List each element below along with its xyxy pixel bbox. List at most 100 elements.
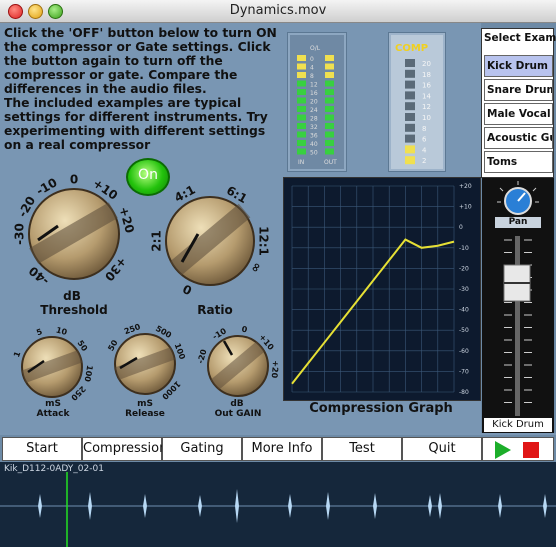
comp-meter-segment (405, 134, 415, 143)
stop-icon[interactable] (523, 442, 539, 458)
meter-out-segment (325, 89, 334, 95)
knob-tick-label: 0 (241, 325, 248, 335)
knob-tick-label: 1 (12, 350, 23, 359)
example-item[interactable]: Male Vocal (484, 103, 553, 125)
comp-meter-segment (405, 80, 415, 89)
intro-paragraph-1: Click the 'OFF' button below to turn ON … (4, 26, 277, 96)
meter-out-segment (325, 80, 334, 87)
comp-meter-segment (405, 102, 415, 111)
meter-in-segment (297, 63, 306, 70)
graph-y-tick: -50 (459, 327, 469, 334)
meter-out-segment (325, 123, 334, 129)
play-icon[interactable] (495, 441, 511, 459)
meter-out-segment (325, 97, 334, 104)
meter-in-segment (297, 123, 306, 129)
comp-meter: COMP 20 18 16 14 12 10 8 6 4 2 (388, 32, 446, 172)
meter-in-segment (297, 55, 306, 61)
meter-in-segment (297, 140, 306, 146)
waveform-view[interactable]: Kik_D112-0ADY_02-01 (0, 462, 556, 547)
tab-quit[interactable]: Quit (402, 437, 482, 461)
comp-meter-tick: 10 (422, 114, 431, 122)
channel-label: Kick Drum (492, 419, 544, 430)
meter-in-segment (297, 80, 306, 87)
meter-in-label: IN (298, 159, 304, 166)
compression-graph-plot: +20 +10 0 -10 -20 -30 -40 -50 -60 -70 -80 (291, 183, 472, 396)
ratio-label: Ratio (197, 303, 233, 317)
waveform-transient (38, 494, 42, 518)
transport-controls (482, 437, 554, 461)
attack-knob[interactable] (21, 336, 83, 398)
in-out-meter-graphic: O/L 0 48 1216 2024 2832 3640 50 IN OUT (290, 35, 344, 169)
comp-meter-segment (405, 69, 415, 78)
out-gain-knob[interactable] (207, 335, 269, 397)
example-selector-header: Select Example (484, 32, 556, 44)
meter-scale-tick: 16 (310, 90, 318, 97)
tab-compression[interactable]: Compression (82, 437, 167, 461)
graph-y-tick: -20 (459, 265, 469, 272)
meter-in-segment (297, 97, 306, 104)
threshold-label: Threshold (40, 303, 108, 317)
example-item[interactable]: Toms (484, 151, 553, 173)
graph-title: Compression Graph (309, 401, 453, 416)
waveform-transient (498, 494, 502, 518)
release-label: Release (125, 409, 165, 419)
comp-meter-tick: 8 (422, 125, 426, 133)
waveform-transient (143, 494, 147, 518)
meter-out-segment (325, 55, 334, 61)
transport-graphic (495, 441, 539, 459)
waveform-graphic (0, 472, 556, 547)
tab-gating[interactable]: Gating (162, 437, 242, 461)
pan-label: Pan (508, 217, 528, 227)
comp-meter-tick: 4 (422, 146, 427, 154)
intro-text: Click the 'OFF' button below to turn ON … (4, 26, 282, 152)
knob-tick-label: 12:1 (257, 226, 271, 256)
meter-in-segment (297, 114, 306, 121)
knob-tick-label: -20 (196, 348, 209, 365)
graph-y-tick: +20 (459, 183, 472, 190)
meter-in-segment (297, 131, 306, 138)
waveform-transient (198, 495, 202, 517)
waveform-transient (288, 494, 292, 518)
comp-meter-segment (405, 145, 415, 154)
meter-out-label: OUT (324, 159, 337, 166)
meter-ol-label: O/L (310, 45, 321, 52)
tab-test[interactable]: Test (322, 437, 402, 461)
comp-meter-tick: 6 (422, 136, 427, 144)
attack-unit: mS (45, 399, 61, 409)
comp-meter-tick: 14 (422, 92, 431, 100)
waveform-transient (235, 489, 239, 523)
knob-tick-label: 2:1 (150, 230, 164, 252)
example-item[interactable]: Acoustic Guitar (484, 127, 553, 149)
comp-meter-tick: 12 (422, 103, 431, 111)
app-window: Dynamics.mov Click the 'OFF' button belo… (0, 0, 556, 547)
release-knob[interactable] (114, 333, 176, 395)
meter-out-segment (325, 72, 334, 78)
comp-meter-segment (405, 113, 415, 121)
knob-tick-label: ∞ (248, 260, 265, 276)
meter-scale-tick: 8 (310, 73, 314, 80)
graph-y-tick: -80 (459, 389, 469, 396)
meter-scale-tick: 36 (310, 133, 318, 140)
meter-scale-tick: 32 (310, 124, 318, 131)
example-item[interactable]: Snare Drum (484, 79, 553, 101)
meter-scale-tick: 28 (310, 116, 318, 123)
intro-paragraph-2: The included examples are typical settin… (4, 96, 268, 152)
comp-meter-graphic: COMP 20 18 16 14 12 10 8 6 4 2 (391, 35, 443, 169)
example-item[interactable]: Kick Drum (484, 55, 553, 77)
comp-meter-label: COMP (395, 43, 428, 54)
waveform-transient (88, 492, 92, 520)
attack-label: Attack (36, 409, 70, 419)
waveform-transient (438, 493, 442, 519)
meter-scale-tick: 50 (310, 150, 318, 157)
title-bar: Dynamics.mov (0, 0, 556, 23)
threshold-knob[interactable] (28, 188, 120, 280)
comp-meter-segment (405, 59, 415, 67)
knob-tick-label: 0 (70, 173, 78, 187)
fader-track (515, 236, 520, 416)
meter-in-segment (297, 72, 306, 78)
ratio-knob[interactable] (165, 196, 255, 286)
comp-meter-tick: 18 (422, 71, 431, 79)
tab-start[interactable]: Start (2, 437, 82, 461)
meter-out-segment (325, 106, 334, 112)
tab-more-info[interactable]: More Info (242, 437, 322, 461)
